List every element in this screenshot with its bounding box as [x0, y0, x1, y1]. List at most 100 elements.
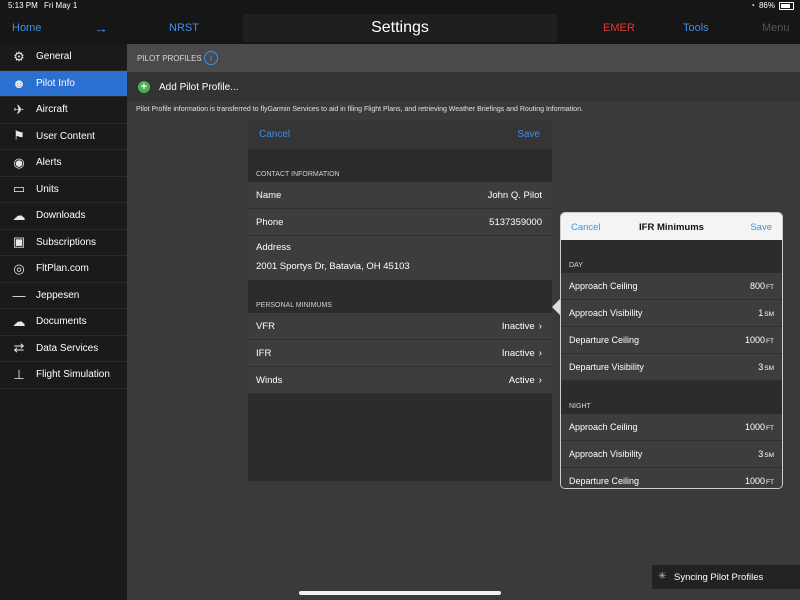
pilot-icon: ☻ [12, 75, 26, 91]
winds-status: Active › [509, 375, 542, 386]
status-time: 5:13 PM [8, 1, 38, 10]
sidebar-item-fltplan[interactable]: ◎ FltPlan.com [0, 256, 127, 283]
ifr-value: Inactive [501, 348, 535, 359]
day-section-header: DAY [561, 240, 782, 273]
day-section-title: DAY [569, 262, 583, 269]
vfr-value: Inactive [501, 321, 535, 332]
info-icon[interactable]: i [204, 51, 218, 65]
vfr-minimums-row[interactable]: VFR Inactive › [248, 313, 552, 340]
battery-icon [779, 2, 794, 10]
chevron-right-icon: › [538, 375, 542, 386]
address-row[interactable]: Address 2001 Sportys Dr, Batavia, OH 451… [248, 236, 552, 280]
row-unit: FT [766, 338, 774, 345]
winds-minimums-row[interactable]: Winds Active › [248, 367, 552, 394]
row-value-wrap: 1SM [758, 308, 774, 318]
row-label: Approach Ceiling [569, 281, 638, 291]
sidebar-item-documents[interactable]: ☁ Documents [0, 309, 127, 336]
battery-percent: 86% [758, 1, 775, 10]
row-value-wrap: 1000FT [745, 476, 774, 486]
vfr-label: VFR [256, 321, 275, 332]
phone-row[interactable]: Phone 5137359000 [248, 209, 552, 236]
sidebar-item-aircraft[interactable]: ✈ Aircraft [0, 97, 127, 124]
sidebar-item-alerts[interactable]: ◉ Alerts [0, 150, 127, 177]
vfr-status: Inactive › [502, 321, 542, 332]
sidebar-item-data-services[interactable]: ⇄ Data Services [0, 336, 127, 362]
sidebar-item-downloads[interactable]: ☁ Downloads [0, 203, 127, 230]
plane-icon: ✈ [13, 101, 25, 117]
popover-arrow [552, 299, 560, 315]
night-approach-visibility-row[interactable]: Approach Visibility 3SM [561, 441, 782, 468]
page-title: Settings [243, 14, 557, 42]
night-section-header: NIGHT [561, 381, 782, 414]
sidebar-item-pilot-info[interactable]: ☻ Pilot Info [0, 70, 127, 97]
add-pilot-profile-label: Add Pilot Profile... [159, 82, 239, 93]
row-label: Departure Ceiling [569, 335, 640, 345]
day-approach-visibility-row[interactable]: Approach Visibility 1SM [561, 300, 782, 327]
ifr-minimums-popover: Cancel IFR Minimums Save DAY Approach Ce… [560, 212, 783, 489]
status-bar: 5:13 PM Fri May 1 ◔ 86% [0, 0, 800, 12]
emer-button[interactable]: EMER [603, 12, 635, 44]
home-indicator[interactable] [299, 591, 501, 595]
contact-section-title: CONTACT INFORMATION [256, 171, 340, 178]
minimums-section-header: PERSONAL MINIMUMS [248, 280, 552, 313]
direct-to-icon[interactable]: → [94, 12, 108, 44]
sidebar-item-jeppesen[interactable]: — Jeppesen [0, 283, 127, 309]
day-approach-ceiling-row[interactable]: Approach Ceiling 800FT [561, 273, 782, 300]
cloud-download-icon: ☁ [12, 207, 26, 223]
row-value: 1000 [745, 335, 766, 345]
night-approach-ceiling-row[interactable]: Approach Ceiling 1000FT [561, 414, 782, 441]
sidebar-item-general[interactable]: ⚙ General [0, 44, 127, 71]
sidebar-item-label: Jeppesen [36, 289, 80, 301]
row-value-wrap: 1000FT [745, 422, 774, 432]
sidebar-item-label: Data Services [36, 342, 99, 354]
cloud-icon: ☁ [12, 313, 26, 329]
row-unit: SM [764, 311, 774, 318]
lock-icon: ▣ [12, 234, 26, 250]
popover-header: Cancel IFR Minimums Save [561, 213, 782, 240]
popover-title: IFR Minimums [639, 222, 704, 233]
row-unit: FT [766, 425, 774, 432]
alerts-icon: ◉ [13, 154, 25, 170]
day-departure-ceiling-row[interactable]: Departure Ceiling 1000FT [561, 327, 782, 354]
sheet-toolbar: Cancel Save [248, 120, 552, 149]
row-value: 1000 [745, 476, 766, 486]
chevron-right-icon: › [538, 348, 542, 359]
sheet-save-button[interactable]: Save [517, 129, 540, 140]
row-unit: SM [764, 365, 774, 372]
tools-button[interactable]: Tools [683, 12, 709, 44]
chevron-right-icon: › [538, 321, 542, 332]
sidebar-item-user-content[interactable]: ⚑ User Content [0, 124, 127, 150]
name-row[interactable]: Name John Q. Pilot [248, 182, 552, 209]
row-value-wrap: 3SM [758, 449, 774, 459]
sidebar-item-subscriptions[interactable]: ▣ Subscriptions [0, 230, 127, 256]
sidebar-item-label: Documents [36, 316, 87, 328]
sidebar-item-label: Downloads [36, 210, 86, 222]
top-navbar: Home → NRST Settings EMER Tools Menu [0, 12, 800, 44]
ruler-icon: ▭ [12, 181, 26, 197]
sidebar-item-label: Units [36, 183, 59, 195]
nrst-button[interactable]: NRST [169, 12, 199, 44]
add-pilot-profile-button[interactable]: + Add Pilot Profile... [127, 72, 800, 102]
contact-section-header: CONTACT INFORMATION [248, 149, 552, 182]
phone-label: Phone [256, 217, 284, 228]
row-value: 1 [758, 308, 764, 318]
sidebar-item-flight-simulation[interactable]: ⊥ Flight Simulation [0, 362, 127, 389]
ifr-minimums-row[interactable]: IFR Inactive › [248, 340, 552, 367]
sidebar-item-label: Flight Simulation [36, 369, 110, 381]
status-date: Fri May 1 [44, 1, 78, 10]
home-button[interactable]: Home [12, 12, 41, 44]
night-departure-ceiling-row[interactable]: Departure Ceiling 1000FT [561, 468, 782, 488]
row-unit: FT [766, 284, 774, 291]
row-label: Approach Visibility [569, 449, 643, 459]
gear-icon: ⚙ [13, 48, 25, 64]
pilot-profile-sheet: Cancel Save CONTACT INFORMATION Name Joh… [248, 120, 552, 481]
row-value: 3 [758, 362, 764, 372]
popover-save-button[interactable]: Save [750, 222, 772, 233]
sidebar-item-units[interactable]: ▭ Units [0, 177, 127, 203]
row-value: 1000 [745, 422, 766, 432]
plus-icon: + [138, 81, 150, 93]
sheet-cancel-button[interactable]: Cancel [259, 129, 290, 140]
address-value: 2001 Sportys Dr, Batavia, OH 45103 [256, 261, 410, 272]
day-departure-visibility-row[interactable]: Departure Visibility 3SM [561, 354, 782, 381]
menu-button[interactable]: Menu [762, 12, 790, 44]
